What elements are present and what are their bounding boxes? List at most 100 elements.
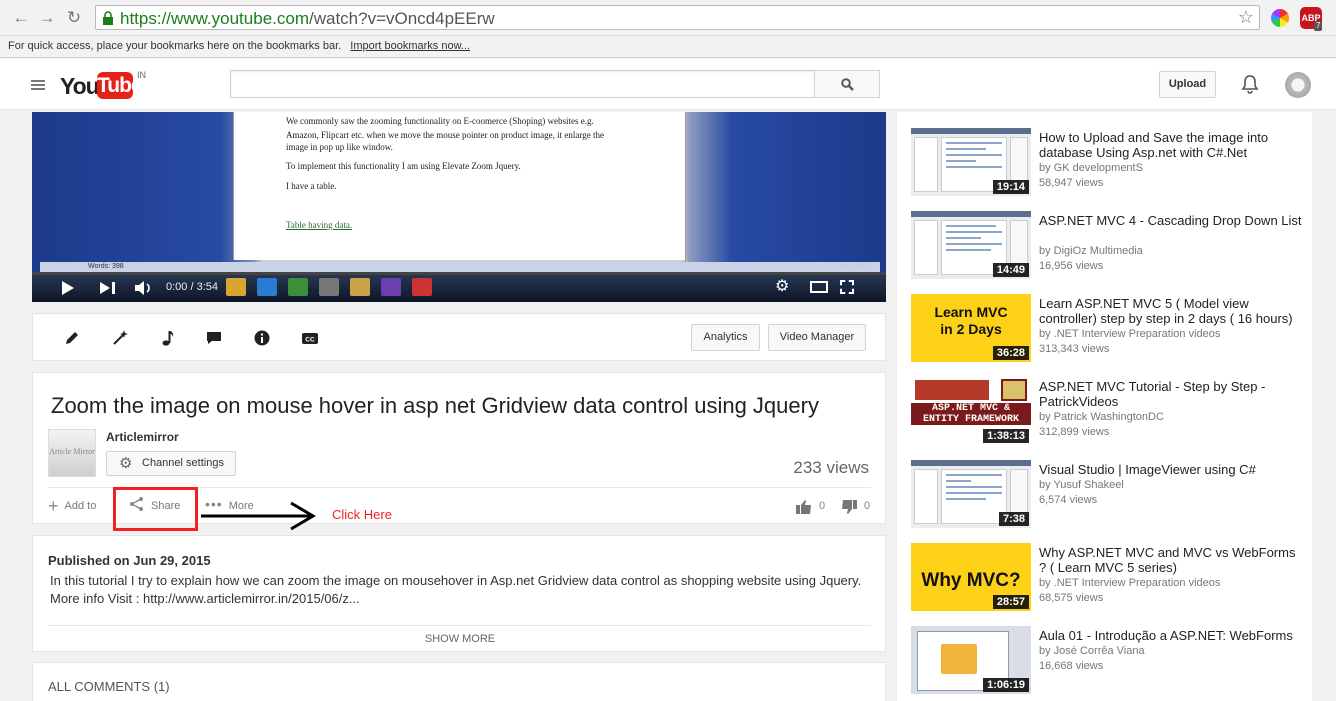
related-video-channel: by Yusuf Shakeel (1039, 478, 1124, 493)
arrow-annotation (199, 500, 319, 532)
next-icon[interactable] (99, 281, 117, 295)
bookmarks-bar: For quick access, place your bookmarks h… (0, 36, 1336, 58)
progress-bar[interactable] (32, 272, 886, 275)
channel-avatar[interactable]: Article Mirror (48, 429, 96, 477)
fullscreen-icon[interactable] (840, 280, 854, 294)
dislike-icon[interactable] (840, 499, 858, 515)
video-title: Zoom the image on mouse hover in asp net… (51, 393, 873, 419)
related-video-views: 16,668 views (1039, 659, 1103, 674)
logo-tube-text: Tube (97, 72, 133, 99)
color-picker-extension-icon[interactable] (1271, 9, 1289, 27)
channel-settings-label: Channel settings (142, 457, 224, 469)
import-bookmarks-link[interactable]: Import bookmarks now... (350, 40, 470, 52)
comment-icon[interactable] (205, 329, 223, 347)
upload-button[interactable]: Upload (1159, 71, 1216, 98)
notification-bell-icon[interactable] (1241, 74, 1259, 94)
video-thumbnail[interactable]: 19:14 (911, 128, 1031, 196)
video-manager-button[interactable]: Video Manager (768, 324, 866, 351)
related-video-title[interactable]: ASP.NET MVC Tutorial - Step by Step - Pa… (1039, 379, 1304, 409)
volume-icon[interactable] (134, 280, 152, 296)
related-video-views: 312,899 views (1039, 425, 1109, 440)
video-thumbnail[interactable]: ASP.NET MVC & ENTITY FRAMEWORK 1:38:13 (911, 377, 1031, 445)
related-video-item[interactable]: 1:06:19 Aula 01 - Introdução a ASP.NET: … (911, 626, 1306, 696)
related-video-item[interactable]: 19:14 How to Upload and Save the image i… (911, 128, 1306, 198)
search-icon (841, 78, 854, 91)
cc-icon[interactable]: CC (301, 329, 319, 347)
description-line: In this tutorial I try to explain how we… (50, 572, 880, 590)
related-video-title[interactable]: ASP.NET MVC 4 - Cascading Drop Down List (1039, 213, 1304, 228)
add-to-button[interactable]: +Add to (48, 496, 96, 517)
hamburger-menu-icon[interactable] (31, 80, 45, 91)
play-icon[interactable] (61, 280, 75, 296)
search-button[interactable] (814, 70, 880, 98)
related-video-title[interactable]: Visual Studio | ImageViewer using C# (1039, 462, 1304, 477)
related-video-title[interactable]: How to Upload and Save the image into da… (1039, 130, 1304, 160)
analytics-button[interactable]: Analytics (691, 324, 760, 351)
video-thumbnail[interactable]: Learn MVC in 2 Days 36:28 (911, 294, 1031, 362)
back-arrow-icon[interactable]: ← (10, 7, 32, 29)
account-avatar[interactable] (1285, 72, 1311, 98)
related-videos-sidebar: 19:14 How to Upload and Save the image i… (897, 112, 1312, 701)
forward-arrow-icon[interactable]: → (36, 7, 58, 29)
related-video-item[interactable]: ASP.NET MVC & ENTITY FRAMEWORK 1:38:13 A… (911, 377, 1306, 447)
video-thumbnail[interactable]: Why MVC? 28:57 (911, 543, 1031, 611)
logo-you-text: You (60, 73, 99, 100)
related-video-views: 16,956 views (1039, 259, 1103, 274)
video-player[interactable]: We commonly saw the zooming functionalit… (32, 112, 886, 302)
add-to-label: Add to (65, 500, 97, 512)
related-video-title[interactable]: Why ASP.NET MVC and MVC vs WebForms ? ( … (1039, 545, 1304, 575)
related-video-title[interactable]: Aula 01 - Introdução a ASP.NET: WebForms (1039, 628, 1304, 643)
video-thumbnail[interactable]: 14:49 (911, 211, 1031, 279)
related-video-channel: by GK developmentS (1039, 161, 1143, 176)
related-video-views: 6,574 views (1039, 493, 1097, 508)
description-line[interactable]: More info Visit : http://www.articlemirr… (50, 590, 880, 608)
view-count: 233 views (793, 458, 869, 478)
like-icon[interactable] (795, 499, 813, 515)
magic-wand-icon[interactable] (111, 329, 129, 347)
pencil-icon[interactable] (63, 329, 81, 347)
divider (48, 625, 871, 626)
info-icon[interactable] (253, 329, 271, 347)
video-duration: 1:38:13 (983, 429, 1029, 443)
doc-line: Table having data. (286, 220, 352, 230)
video-thumbnail[interactable]: 1:06:19 (911, 626, 1031, 694)
video-duration: 1:06:19 (983, 678, 1029, 692)
doc-line: Amazon, Flipcart etc. when we move the m… (286, 130, 604, 140)
related-video-channel: by Patrick WashingtonDC (1039, 410, 1164, 425)
related-video-views: 313,343 views (1039, 342, 1109, 357)
video-duration: 14:49 (993, 263, 1029, 277)
theater-icon[interactable] (810, 281, 828, 293)
show-more-button[interactable]: SHOW MORE (33, 633, 887, 645)
video-duration: 36:28 (993, 346, 1029, 360)
related-video-title[interactable]: Learn ASP.NET MVC 5 ( Model view control… (1039, 296, 1304, 326)
lock-icon (102, 11, 114, 25)
related-video-item[interactable]: 14:49 ASP.NET MVC 4 - Cascading Drop Dow… (911, 211, 1306, 281)
related-video-item[interactable]: Why MVC? 28:57 Why ASP.NET MVC and MVC v… (911, 543, 1306, 613)
music-note-icon[interactable] (159, 329, 177, 347)
share-highlight-box (113, 487, 198, 531)
doc-line: To implement this functionality I am usi… (286, 161, 521, 171)
video-duration: 7:38 (999, 512, 1029, 526)
like-count: 0 (819, 500, 825, 512)
search-input[interactable] (230, 70, 815, 98)
click-here-annotation: Click Here (332, 507, 392, 522)
word-count: Words: 398 (88, 263, 124, 270)
video-thumbnail[interactable]: 7:38 (911, 460, 1031, 528)
related-video-item[interactable]: 7:38 Visual Studio | ImageViewer using C… (911, 460, 1306, 530)
browser-toolbar: ← → ↻ https://www.youtube.com/watch?v=vO… (0, 0, 1336, 36)
channel-settings-button[interactable]: ⚙ Channel settings (106, 451, 236, 476)
player-controls: 0:00 / 3:54 ⚙ (32, 272, 886, 302)
address-bar[interactable]: https://www.youtube.com/watch?v=vOncd4pE… (95, 5, 1260, 30)
related-video-channel: by José Corrêa Viana (1039, 644, 1145, 659)
related-video-channel: by .NET Interview Preparation videos (1039, 576, 1220, 591)
gear-icon[interactable]: ⚙ (775, 280, 789, 294)
related-video-views: 68,575 views (1039, 591, 1103, 606)
reload-icon[interactable]: ↻ (63, 7, 85, 29)
doc-line: We commonly saw the zooming functionalit… (286, 116, 594, 126)
bookmark-star-icon[interactable]: ☆ (1238, 7, 1254, 28)
word-status-bar: Words: 398 (40, 262, 880, 272)
channel-name[interactable]: Articlemirror (106, 430, 179, 444)
related-video-item[interactable]: Learn MVC in 2 Days 36:28 Learn ASP.NET … (911, 294, 1306, 364)
adblock-count-badge: 7 (1314, 21, 1322, 31)
related-video-channel: by DigiOz Multimedia (1039, 244, 1143, 259)
